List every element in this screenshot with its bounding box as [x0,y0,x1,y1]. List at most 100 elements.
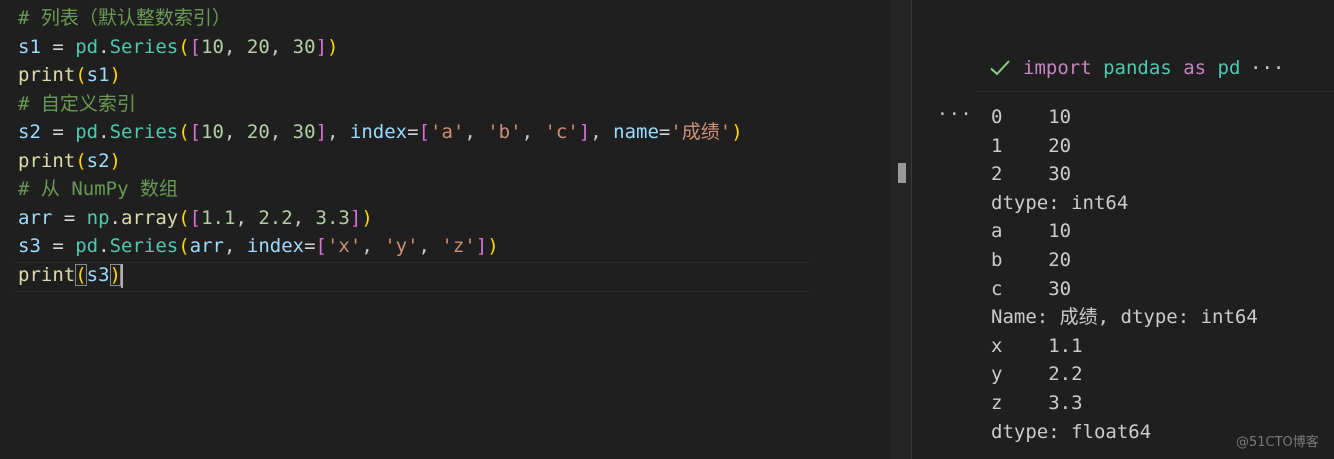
code-token: ( [75,64,87,86]
pane-divider [911,0,912,459]
code-token: [ [189,206,202,229]
code-token: s2 [86,149,110,172]
code-token: np [86,206,110,229]
output-text: 0 10 1 20 2 30 dtype: int64 a 10 b 20 c 30 Name… [991,103,1258,446]
code-token: 'y' [384,235,419,257]
code-token: ) [109,263,121,286]
pane-splitter[interactable] [890,0,912,459]
check-icon [988,56,1012,84]
code-line[interactable]: s2 = pd.Series([10, 20, 30], index=['a',… [18,118,743,146]
code-token: print [18,149,76,172]
code-token: pd [75,235,99,257]
code-token: Series [109,121,179,143]
code-token: [ [189,35,202,58]
code-line[interactable]: print(s3) [18,261,121,289]
output-line: 0 10 [991,106,1072,128]
code-line[interactable]: print(s1) [18,61,121,89]
code-token: 1.1 [201,206,236,229]
more-icon[interactable]: ··· [1250,57,1284,79]
code-token: . [98,235,110,257]
code-token: = [658,121,671,143]
code-token: ( [75,149,87,172]
code-line[interactable]: # 自定义索引 [18,90,136,118]
code-token: ( [178,35,190,58]
code-token: 'b' [487,121,522,143]
code-token: . [109,206,121,229]
code-token: name [613,121,659,143]
code-token: . [98,121,110,143]
code-token: Series [109,235,179,257]
code-token: ( [75,263,87,286]
code-token: , [292,206,316,229]
code-token: [ [189,121,202,143]
code-token: , [269,35,293,58]
code-token: # 列表（默认整数索引） [18,7,231,29]
code-token: ] [315,35,328,58]
code-token: index [349,121,408,143]
code-token: arr [18,206,53,229]
code-token: Series [109,35,179,58]
code-token: , [224,121,247,143]
code-token: , [361,235,385,257]
code-token: '成绩' [670,121,732,143]
scrollbar-thumb[interactable] [898,163,906,183]
code-line[interactable]: print(s2) [18,147,121,175]
code-token: # 自定义索引 [18,92,136,115]
code-token: arr [189,235,224,257]
code-line[interactable]: # 从 NumPy 数组 [18,175,178,203]
output-line: z 3.3 [991,391,1083,414]
code-token: s3 [18,235,41,257]
code-token: index [246,235,305,257]
keyword-import: import [1023,57,1092,79]
watermark: @51CTO博客 [1236,435,1319,450]
code-token: s1 [86,64,110,86]
output-line: b 20 [991,248,1072,271]
output-more-icon[interactable]: ··· [937,104,973,125]
code-line[interactable]: # 列表（默认整数索引） [18,4,231,32]
code-token: = [407,121,419,143]
output-line: dtype: float64 [991,420,1152,443]
code-token: 20 [246,121,270,143]
code-token: 3.3 [315,206,350,229]
code-token: ] [578,121,591,143]
code-token: = [304,235,316,257]
text-cursor [121,264,123,288]
code-line[interactable]: s3 = pd.Series(arr, index=['x', 'y', 'z'… [18,232,499,260]
output-line: c 30 [991,277,1072,300]
code-token: , [464,121,488,143]
module-name: pandas [1103,57,1172,79]
output-line: 2 30 [991,163,1072,186]
output-line: Name: 成绩, dtype: int64 [991,306,1258,329]
code-token: s3 [86,263,110,286]
output-line: a 10 [991,220,1072,243]
code-token: # 从 NumPy 数组 [18,178,178,200]
code-editor[interactable]: # 列表（默认整数索引） s1 = pd.Series([10, 20, 30])… [0,0,890,459]
cell-header[interactable]: import pandas as pd ··· [978,52,1334,90]
code-token: ] [315,121,328,143]
code-token: = [40,121,76,143]
code-token: ( [178,121,190,143]
code-token: , [590,121,614,143]
code-token: ( [178,235,190,257]
code-token: , [418,235,442,257]
code-line[interactable]: arr = np.array([1.1, 2.2, 3.3]) [18,204,373,232]
code-token: 'z' [441,235,476,257]
code-token: s2 [18,121,41,143]
code-token: ) [731,121,743,143]
code-token: = [40,235,76,257]
code-token: ) [109,149,121,172]
code-token: 10 [201,35,224,58]
keyword-as: as [1183,57,1207,79]
code-token: 2.2 [258,206,293,229]
code-token: [ [315,235,327,257]
code-token: ( [178,206,190,229]
code-token: pd [75,121,99,143]
code-line[interactable]: s1 = pd.Series([10, 20, 30]) [18,33,338,61]
code-token: , [521,121,545,143]
output-line: 1 20 [991,134,1072,157]
code-token: 'x' [326,235,362,257]
code-token: . [98,35,110,58]
code-token: , [269,121,293,143]
code-token: print [18,64,76,86]
code-token: , [327,121,350,143]
